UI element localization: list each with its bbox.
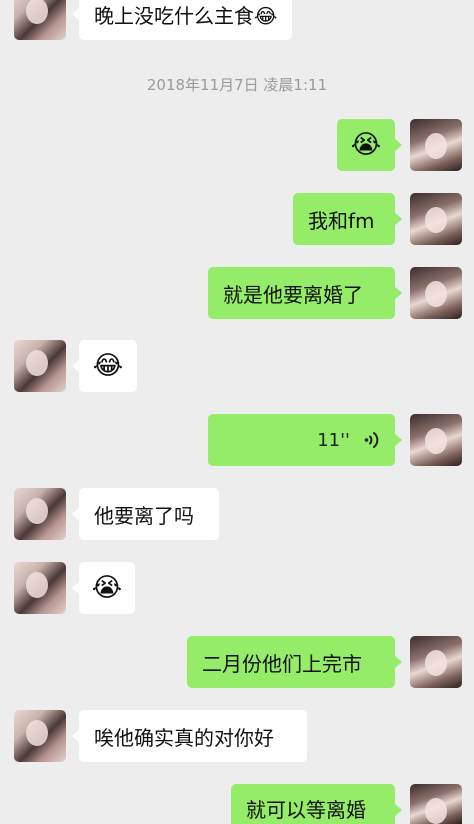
message-bubble-received[interactable]: 😂 <box>72 340 137 392</box>
contact-avatar[interactable] <box>410 414 462 466</box>
chat-timestamp: 2018年11月7日 凌晨1:11 <box>146 76 328 94</box>
laughing-emoji-icon: 😂 <box>92 351 124 381</box>
contact-avatar[interactable] <box>410 119 462 171</box>
message-text: 就是他要离婚了 <box>223 282 363 307</box>
contact-avatar[interactable] <box>410 784 462 824</box>
contact-avatar[interactable] <box>410 267 462 319</box>
message-text: 二月份他们上完市 <box>202 651 362 676</box>
message-bubble-sent[interactable]: 我和fm <box>293 193 402 245</box>
message-bubble-received[interactable]: 唉他确实真的对你好 <box>72 710 307 762</box>
message-bubble-sent[interactable]: 😭 <box>337 119 402 171</box>
friend-avatar[interactable] <box>14 710 66 762</box>
friend-avatar[interactable] <box>14 340 66 392</box>
message-bubble-sent[interactable]: 就是他要离婚了 <box>208 267 402 319</box>
message-text: 我和fm <box>308 208 375 233</box>
friend-avatar[interactable] <box>14 0 66 40</box>
crying-emoji-icon: 😭 <box>350 130 382 160</box>
message-text: 他要离了吗 <box>94 503 194 528</box>
message-bubble-received[interactable]: 他要离了吗 <box>72 488 219 540</box>
message-text: 就可以等离婚 <box>246 798 366 822</box>
contact-avatar[interactable] <box>410 636 462 688</box>
message-bubble-sent[interactable]: 二月份他们上完市 <box>187 636 402 688</box>
friend-avatar[interactable] <box>14 488 66 540</box>
voice-wave-icon <box>364 432 379 448</box>
message-bubble-received[interactable]: 😭 <box>72 562 135 614</box>
crying-emoji-icon: 😭 <box>91 573 123 603</box>
contact-avatar[interactable] <box>410 193 462 245</box>
voice-duration: 11'' <box>317 429 350 451</box>
message-text: 唉他确实真的对你好 <box>94 725 274 750</box>
voice-message-bubble[interactable]: 11'' <box>208 414 402 466</box>
friend-avatar[interactable] <box>14 562 66 614</box>
message-text: 晚上没吃什么主食😂 <box>94 3 278 28</box>
message-bubble-received[interactable]: 晚上没吃什么主食😂 <box>71 0 293 40</box>
message-bubble-sent[interactable]: 就可以等离婚 <box>231 784 402 824</box>
